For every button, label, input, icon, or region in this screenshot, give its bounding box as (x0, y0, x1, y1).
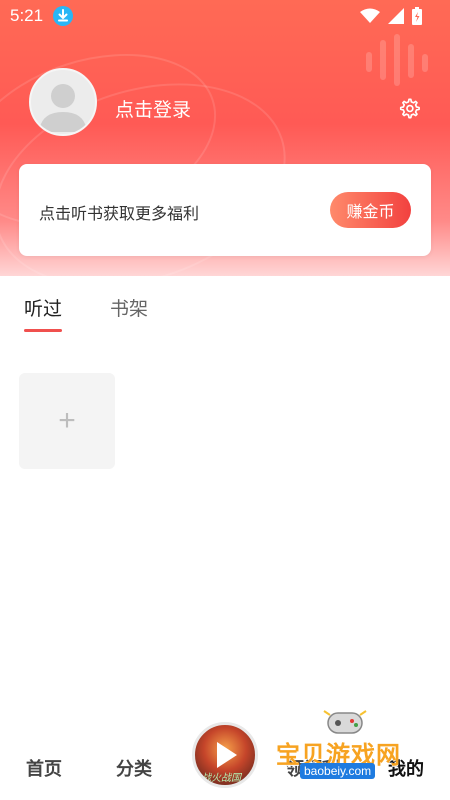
watermark-logo: 宝贝游戏网 baobeiy.com (270, 705, 430, 790)
tab-bar: 听过 书架 (0, 276, 450, 336)
status-bar: 5:21 (0, 0, 450, 32)
active-tab-indicator (24, 329, 62, 332)
welfare-text: 点击听书获取更多福利 (39, 206, 200, 223)
soundwave-decoration-icon (366, 34, 428, 86)
status-icons (360, 6, 422, 26)
nav-home[interactable]: 首页 (26, 755, 62, 781)
watermark-url: baobeiy.com (300, 763, 376, 779)
play-icon (217, 742, 237, 768)
login-link[interactable]: 点击登录 (115, 95, 191, 122)
download-icon (53, 6, 73, 26)
battery-icon (412, 7, 422, 25)
now-playing-button[interactable]: 战火战国 (192, 722, 258, 788)
status-time: 5:21 (10, 6, 44, 25)
earn-coins-button[interactable]: 赚金币 (330, 192, 411, 228)
welfare-card: 点击听书获取更多福利 赚金币 (19, 164, 431, 256)
gear-icon[interactable] (398, 97, 420, 119)
tab-bookshelf[interactable]: 书架 (110, 294, 148, 321)
plus-icon: + (58, 404, 76, 437)
player-cover-text: 战火战国 (201, 773, 241, 784)
tab-listened[interactable]: 听过 (24, 294, 62, 321)
signal-icon (388, 8, 404, 24)
nav-category[interactable]: 分类 (116, 755, 152, 781)
add-book-button[interactable]: + (19, 373, 115, 469)
default-avatar-icon (39, 84, 87, 132)
avatar[interactable] (29, 68, 97, 136)
wifi-icon (360, 8, 380, 23)
